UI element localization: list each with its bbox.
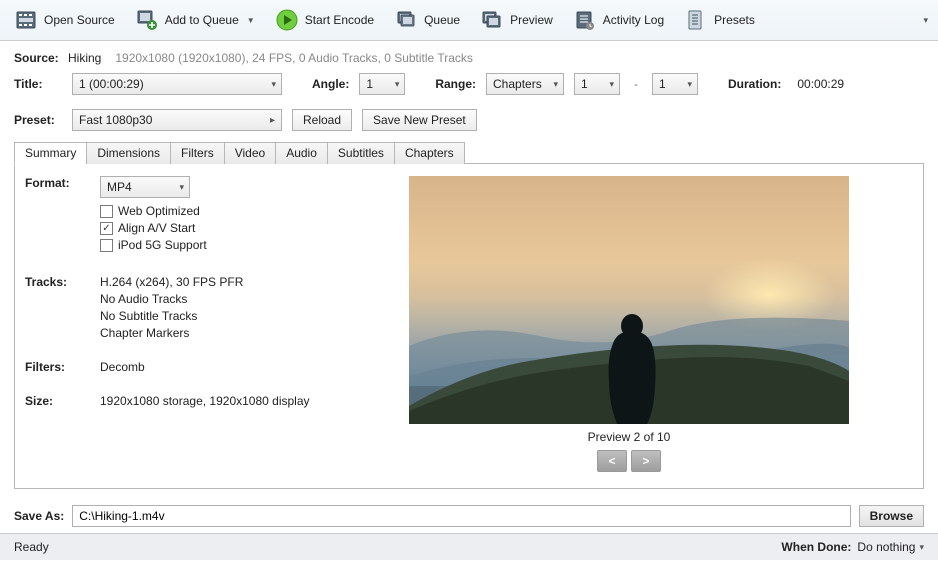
web-optimized-checkbox[interactable] (100, 205, 113, 218)
source-details: 1920x1080 (1920x1080), 24 FPS, 0 Audio T… (115, 51, 473, 65)
video-track-info: H.264 (x264), 30 FPS PFR (100, 275, 243, 289)
when-done-select[interactable]: Do nothing (857, 540, 924, 554)
range-to-select[interactable]: 1 (652, 73, 698, 95)
reload-button[interactable]: Reload (292, 109, 352, 131)
play-icon (275, 8, 299, 32)
presets-label: Presets (714, 13, 755, 27)
subtitle-track-info: No Subtitle Tracks (100, 309, 243, 323)
source-label: Source: (14, 51, 62, 65)
range-label: Range: (435, 77, 476, 91)
tracks-label: Tracks: (25, 275, 100, 340)
browse-button[interactable]: Browse (859, 505, 924, 527)
filters-label: Filters: (25, 360, 100, 374)
format-label: Format: (25, 176, 100, 255)
align-av-checkbox[interactable]: ✓ (100, 222, 113, 235)
tab-chapters[interactable]: Chapters (394, 142, 465, 164)
preview-image (409, 176, 849, 424)
tabs: Summary Dimensions Filters Video Audio S… (14, 141, 924, 164)
tab-summary[interactable]: Summary (14, 142, 87, 164)
add-queue-icon (135, 8, 159, 32)
save-as-input[interactable] (72, 505, 850, 527)
filters-value: Decomb (100, 360, 145, 374)
angle-label: Angle: (312, 77, 349, 91)
start-encode-label: Start Encode (305, 13, 374, 27)
activity-log-icon (573, 8, 597, 32)
open-source-label: Open Source (44, 13, 115, 27)
duration-label: Duration: (728, 77, 781, 91)
title-label: Title: (14, 77, 62, 91)
status-text: Ready (14, 540, 781, 554)
web-optimized-label: Web Optimized (118, 204, 200, 218)
range-mode-select[interactable]: Chapters (486, 73, 564, 95)
audio-track-info: No Audio Tracks (100, 292, 243, 306)
preview-next-button[interactable]: > (631, 450, 661, 472)
preview-icon (480, 8, 504, 32)
preset-select[interactable]: Fast 1080p30 (72, 109, 282, 131)
preview-label: Preview (510, 13, 553, 27)
add-to-queue-label: Add to Queue (165, 13, 239, 27)
summary-pane: Format: MP4 Web Optimized ✓ Align A/V St… (14, 164, 924, 489)
tab-filters[interactable]: Filters (170, 142, 225, 164)
size-label: Size: (25, 394, 100, 408)
range-separator: - (634, 77, 638, 91)
preview-button[interactable]: Preview (472, 4, 561, 36)
save-new-preset-button[interactable]: Save New Preset (362, 109, 477, 131)
format-select[interactable]: MP4 (100, 176, 190, 198)
queue-icon (394, 8, 418, 32)
size-value: 1920x1080 storage, 1920x1080 display (100, 394, 310, 408)
preview-prev-button[interactable]: < (597, 450, 627, 472)
add-to-queue-button[interactable]: Add to Queue ▼ (127, 4, 263, 36)
tab-dimensions[interactable]: Dimensions (86, 142, 171, 164)
chapter-markers-info: Chapter Markers (100, 326, 243, 340)
range-from-select[interactable]: 1 (574, 73, 620, 95)
activity-log-label: Activity Log (603, 13, 664, 27)
activity-log-button[interactable]: Activity Log (565, 4, 672, 36)
source-name: Hiking (68, 51, 101, 65)
queue-button[interactable]: Queue (386, 4, 468, 36)
tab-audio[interactable]: Audio (275, 142, 328, 164)
presets-button[interactable]: Presets (676, 4, 763, 36)
when-done-label: When Done: (781, 540, 851, 554)
preset-label: Preset: (14, 113, 62, 127)
align-av-label: Align A/V Start (118, 221, 195, 235)
chevron-down-icon: ▼ (247, 16, 255, 25)
ipod-label: iPod 5G Support (118, 238, 207, 252)
queue-label: Queue (424, 13, 460, 27)
save-as-label: Save As: (14, 509, 64, 523)
tab-subtitles[interactable]: Subtitles (327, 142, 395, 164)
film-icon (14, 8, 38, 32)
duration-value: 00:00:29 (797, 77, 844, 91)
main-toolbar: Open Source Add to Queue ▼ Start Encode … (0, 0, 938, 41)
presets-icon (684, 8, 708, 32)
ipod-checkbox[interactable] (100, 239, 113, 252)
open-source-button[interactable]: Open Source (6, 4, 123, 36)
preview-caption: Preview 2 of 10 (588, 430, 671, 444)
tab-video[interactable]: Video (224, 142, 276, 164)
title-select[interactable]: 1 (00:00:29) (72, 73, 282, 95)
status-bar: Ready When Done: Do nothing (0, 533, 938, 560)
toolbar-overflow-button[interactable]: ▾ (919, 13, 932, 28)
start-encode-button[interactable]: Start Encode (267, 4, 382, 36)
angle-select[interactable]: 1 (359, 73, 405, 95)
